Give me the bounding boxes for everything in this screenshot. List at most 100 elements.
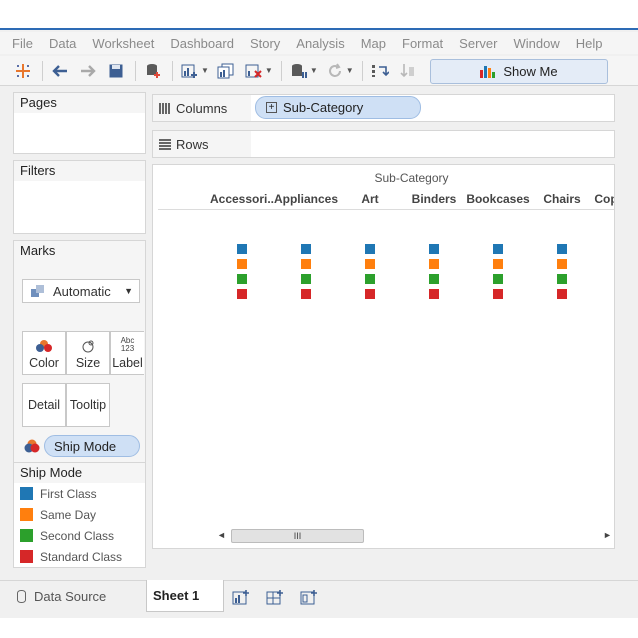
mark-type-dropdown[interactable]: Automatic ▼: [22, 279, 140, 303]
expand-plus-icon[interactable]: +: [266, 102, 277, 113]
data-mark[interactable]: [429, 289, 439, 299]
pause-updates-icon[interactable]: [288, 60, 310, 82]
chevron-down-icon[interactable]: ▼: [265, 66, 273, 75]
swap-icon[interactable]: [369, 60, 391, 82]
toolbar-divider: [42, 60, 43, 81]
filters-shelf[interactable]: Filters: [13, 160, 146, 234]
sub-category-column-pill[interactable]: + Sub-Category: [255, 96, 421, 119]
detail-button[interactable]: Detail: [22, 383, 66, 427]
category-header[interactable]: Appliances: [274, 192, 338, 206]
save-icon[interactable]: [105, 60, 127, 82]
data-mark[interactable]: [557, 274, 567, 284]
data-mark[interactable]: [493, 244, 503, 254]
columns-shelf[interactable]: Columns + Sub-Category: [152, 94, 615, 122]
ship-mode-color-pill[interactable]: Ship Mode: [44, 435, 140, 457]
new-data-source-icon[interactable]: [142, 60, 164, 82]
data-mark[interactable]: [429, 244, 439, 254]
clear-sheet-icon[interactable]: [243, 60, 265, 82]
menu-server[interactable]: Server: [459, 36, 497, 51]
undo-icon[interactable]: [49, 60, 71, 82]
rows-shelf[interactable]: Rows: [152, 130, 615, 158]
data-mark[interactable]: [557, 289, 567, 299]
detail-label: Detail: [28, 398, 60, 412]
viz-canvas[interactable]: Sub-Category ◄ III ► Accessori.. Applianc…: [152, 164, 615, 549]
category-header[interactable]: Accessori..: [210, 192, 274, 206]
sheet-1-tab[interactable]: Sheet 1: [146, 580, 224, 612]
duplicate-sheet-icon[interactable]: [215, 60, 237, 82]
new-dashboard-tab-icon[interactable]: [266, 589, 284, 605]
data-mark[interactable]: [301, 289, 311, 299]
category-header[interactable]: Cop: [594, 192, 614, 206]
data-mark[interactable]: [493, 274, 503, 284]
scrollbar-thumb[interactable]: III: [231, 529, 364, 543]
data-mark[interactable]: [301, 274, 311, 284]
menu-dashboard[interactable]: Dashboard: [170, 36, 234, 51]
pages-shelf[interactable]: Pages: [13, 92, 146, 154]
color-icon: [36, 340, 52, 352]
label-label: Label: [112, 356, 143, 370]
new-worksheet-icon[interactable]: [179, 60, 201, 82]
menu-story[interactable]: Story: [250, 36, 280, 51]
menu-worksheet[interactable]: Worksheet: [92, 36, 154, 51]
redo-icon[interactable]: [77, 60, 99, 82]
label-button[interactable]: Abc 123 Label: [110, 331, 144, 375]
data-mark[interactable]: [301, 259, 311, 269]
data-mark[interactable]: [429, 259, 439, 269]
rows-label: Rows: [176, 136, 209, 152]
chevron-down-icon[interactable]: ▼: [310, 66, 318, 75]
menu-file[interactable]: File: [12, 36, 33, 51]
menu-window[interactable]: Window: [513, 36, 559, 51]
data-mark[interactable]: [237, 259, 247, 269]
data-mark[interactable]: [365, 289, 375, 299]
legend-item[interactable]: Standard Class: [14, 546, 145, 567]
tableau-logo-icon[interactable]: [12, 60, 34, 82]
legend-item[interactable]: First Class: [14, 483, 145, 504]
new-story-tab-icon[interactable]: [300, 589, 318, 605]
data-mark[interactable]: [365, 244, 375, 254]
legend-swatch: [20, 487, 33, 500]
toolbar-divider: [135, 60, 136, 81]
legend-item[interactable]: Same Day: [14, 504, 145, 525]
data-mark[interactable]: [557, 259, 567, 269]
scroll-left-icon[interactable]: ◄: [217, 530, 226, 540]
color-button[interactable]: Color: [22, 331, 66, 375]
data-mark[interactable]: [493, 259, 503, 269]
menu-help[interactable]: Help: [576, 36, 603, 51]
menu-map[interactable]: Map: [361, 36, 386, 51]
size-button[interactable]: Size: [66, 331, 110, 375]
category-header[interactable]: Art: [361, 192, 378, 206]
data-mark[interactable]: [237, 274, 247, 284]
data-mark[interactable]: [493, 289, 503, 299]
data-source-label: Data Source: [34, 589, 107, 604]
chevron-down-icon: ▼: [124, 286, 133, 296]
data-mark[interactable]: [237, 244, 247, 254]
category-header[interactable]: Binders: [412, 192, 457, 206]
show-me-chart-icon: [480, 65, 496, 78]
marks-title: Marks: [14, 241, 145, 261]
data-mark[interactable]: [429, 274, 439, 284]
toolbar-divider: [172, 60, 173, 81]
legend-title: Ship Mode: [14, 463, 145, 483]
scroll-right-icon[interactable]: ►: [603, 530, 612, 540]
horizontal-scrollbar[interactable]: ◄ III ►: [213, 528, 613, 545]
chevron-down-icon[interactable]: ▼: [201, 66, 209, 75]
sort-icon[interactable]: [397, 60, 419, 82]
new-worksheet-tab-icon[interactable]: [232, 589, 250, 605]
data-mark[interactable]: [365, 259, 375, 269]
menu-format[interactable]: Format: [402, 36, 443, 51]
legend-item[interactable]: Second Class: [14, 525, 145, 546]
refresh-icon[interactable]: [324, 60, 346, 82]
tooltip-button[interactable]: Tooltip: [66, 383, 110, 427]
show-me-button[interactable]: Show Me: [430, 59, 608, 84]
data-mark[interactable]: [301, 244, 311, 254]
data-mark[interactable]: [557, 244, 567, 254]
data-source-tab[interactable]: Data Source: [13, 581, 145, 612]
category-header[interactable]: Bookcases: [466, 192, 529, 206]
data-mark[interactable]: [237, 289, 247, 299]
automatic-mark-icon: [31, 285, 44, 297]
category-header[interactable]: Chairs: [543, 192, 580, 206]
data-mark[interactable]: [365, 274, 375, 284]
menu-analysis[interactable]: Analysis: [296, 36, 344, 51]
chevron-down-icon[interactable]: ▼: [346, 66, 354, 75]
menu-data[interactable]: Data: [49, 36, 76, 51]
